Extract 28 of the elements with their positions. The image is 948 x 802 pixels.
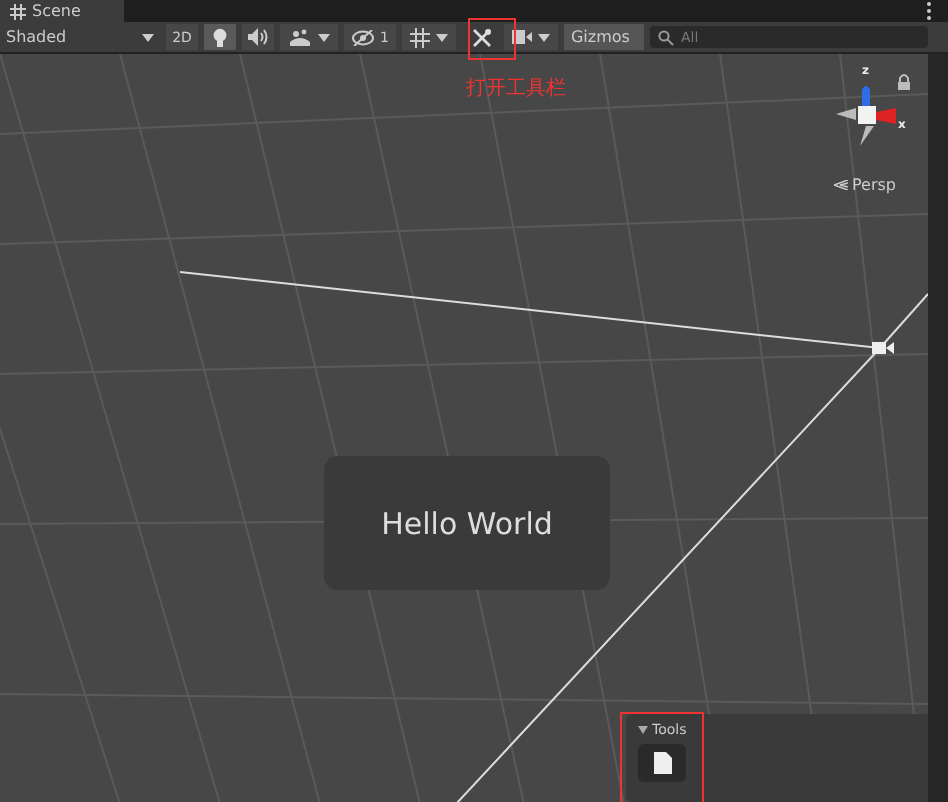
hidden-eye-icon <box>352 29 374 45</box>
grid-icon <box>410 27 431 47</box>
collapse-icon[interactable] <box>638 726 648 734</box>
grid-dropdown[interactable] <box>402 24 457 50</box>
projection-toggle[interactable]: Persp <box>834 176 896 194</box>
hello-world-text: Hello World <box>381 505 553 541</box>
effects-icon <box>288 27 312 47</box>
perspective-icon <box>834 180 848 190</box>
audio-toggle[interactable] <box>242 24 274 50</box>
effects-dropdown[interactable] <box>280 24 338 50</box>
camera-icon <box>872 342 894 354</box>
lighting-toggle[interactable] <box>204 24 236 50</box>
grid-icon <box>10 3 26 19</box>
tools-icon <box>472 27 493 47</box>
tab-title: Scene <box>32 2 81 20</box>
document-icon <box>653 752 671 774</box>
more-icon[interactable] <box>926 2 932 20</box>
gizmos-dropdown[interactable]: Gizmos <box>564 24 645 50</box>
highlight-box <box>468 18 516 60</box>
tool-button[interactable] <box>638 744 686 782</box>
speaker-icon <box>248 28 268 46</box>
annotation-text: 打开工具栏 <box>466 75 566 102</box>
scene-tab[interactable]: Scene <box>0 0 125 22</box>
camera-dropdown[interactable] <box>504 24 559 50</box>
highlight-box <box>620 712 704 802</box>
video-camera-icon <box>512 30 533 44</box>
lightbulb-icon <box>212 27 228 47</box>
search-icon <box>658 29 675 45</box>
